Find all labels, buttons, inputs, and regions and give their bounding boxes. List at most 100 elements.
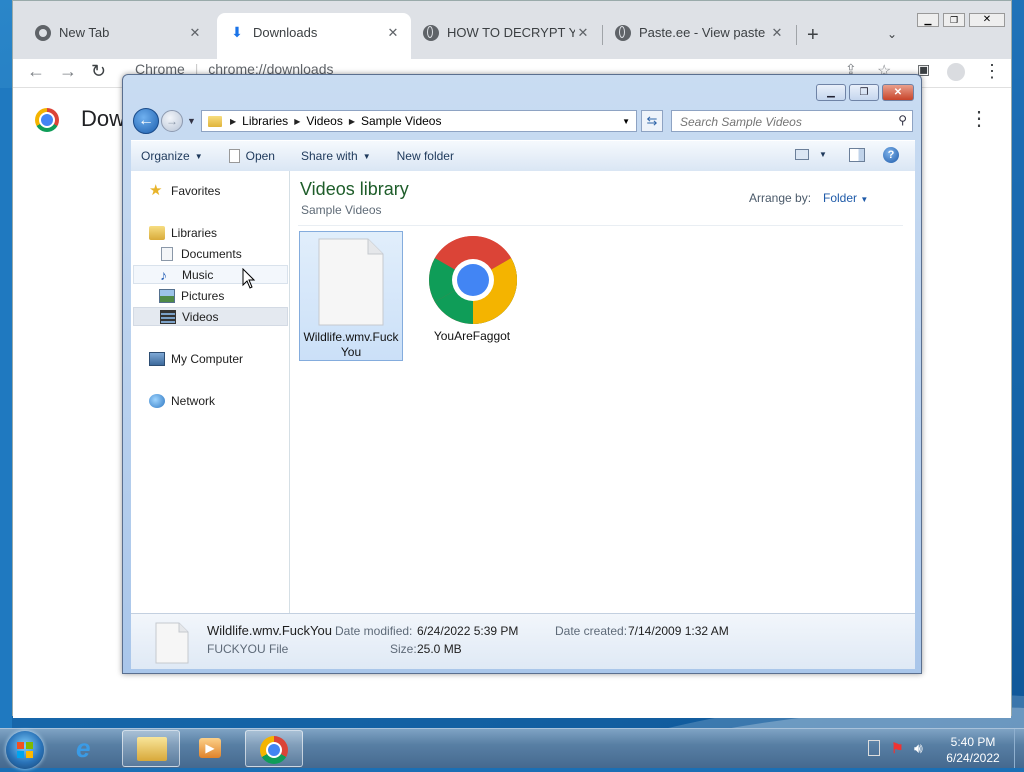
chevron-down-icon: ▼ bbox=[194, 151, 203, 161]
arrange-by-label: Arrange by: bbox=[749, 191, 812, 205]
download-icon: ⬇ bbox=[231, 24, 243, 40]
nav-network[interactable]: Network bbox=[149, 391, 215, 410]
nav-label: Libraries bbox=[171, 225, 218, 240]
action-center-flag-icon[interactable]: ⚑ bbox=[891, 740, 907, 756]
close-tab-icon[interactable]: ✕ bbox=[769, 25, 785, 41]
tab-new-tab[interactable]: New Tab ✕ bbox=[23, 13, 213, 59]
volume-icon[interactable]: 🔊︎ bbox=[914, 740, 930, 756]
breadcrumb-separator-icon: ▶ bbox=[230, 116, 237, 126]
nav-label: Music bbox=[182, 267, 214, 282]
start-button[interactable] bbox=[6, 731, 44, 769]
view-dropdown-icon[interactable]: ▼ bbox=[819, 150, 827, 159]
tab-decrypt[interactable]: HOW TO DECRYPT YOUR ✕ bbox=[411, 13, 601, 59]
taskbar-chrome[interactable] bbox=[245, 730, 303, 767]
new-tab-button[interactable]: + bbox=[807, 25, 819, 45]
profile-avatar-icon[interactable] bbox=[947, 63, 965, 81]
documents-icon bbox=[161, 246, 173, 261]
taskbar-windows-explorer[interactable] bbox=[122, 730, 180, 767]
new-folder-button[interactable]: New folder bbox=[397, 149, 454, 163]
explorer-close-button[interactable]: ✕ bbox=[882, 84, 914, 101]
network-tray-icon[interactable] bbox=[868, 740, 880, 756]
search-icon[interactable]: ⚲ bbox=[898, 113, 907, 127]
back-button[interactable]: ← bbox=[133, 108, 159, 134]
system-clock[interactable]: 5:40 PM 6/24/2022 bbox=[938, 734, 1008, 766]
menu-kebab-icon[interactable]: ⋮ bbox=[983, 61, 1001, 82]
blank-file-icon bbox=[228, 149, 240, 163]
address-dropdown-icon[interactable]: ▼ bbox=[622, 117, 630, 126]
breadcrumb-sample-videos[interactable]: Sample Videos bbox=[361, 114, 442, 128]
breadcrumb[interactable]: ▶ Libraries ▶ Videos ▶ Sample Videos ▼ bbox=[201, 110, 637, 132]
open-label: Open bbox=[245, 149, 275, 163]
file-item-wildlife[interactable]: Wildlife.wmv.FuckYou bbox=[299, 231, 403, 361]
size-label: Size: bbox=[390, 642, 417, 656]
chevron-down-icon: ▼ bbox=[860, 195, 869, 204]
taskbar-media-player[interactable]: ▶ bbox=[182, 730, 240, 767]
share-with-button[interactable]: Share with ▼ bbox=[301, 149, 371, 163]
tab-title: Downloads bbox=[253, 25, 318, 40]
tab-downloads[interactable]: ⬇ Downloads ✕ bbox=[217, 13, 411, 59]
open-button[interactable]: Open bbox=[228, 149, 275, 163]
breadcrumb-separator-icon: ▶ bbox=[294, 116, 301, 126]
taskbar: e ▶ ⚑ 🔊︎ 5:40 PM 6/24/2022 bbox=[0, 728, 1024, 769]
minimize-button[interactable]: ▁ bbox=[917, 13, 939, 27]
nav-favorites[interactable]: ★ Favorites bbox=[149, 181, 220, 200]
nav-my-computer[interactable]: My Computer bbox=[149, 349, 243, 368]
nav-pictures[interactable]: Pictures bbox=[159, 286, 224, 305]
maximize-button[interactable]: ❐ bbox=[943, 13, 965, 27]
file-view: Videos library Sample Videos Arrange by:… bbox=[290, 171, 915, 613]
show-desktop-button[interactable] bbox=[1014, 729, 1024, 768]
navigation-pane: ★ Favorites Libraries Documents ♪ Music … bbox=[131, 171, 290, 613]
explorer-address-row: ← → ▼ ▶ Libraries ▶ Videos ▶ Sample Vide… bbox=[131, 107, 915, 135]
chrome-icon bbox=[260, 736, 288, 764]
forward-arrow-icon[interactable]: → bbox=[59, 61, 77, 82]
tab-title: HOW TO DECRYPT YOUR bbox=[447, 25, 575, 40]
nav-libraries[interactable]: Libraries bbox=[149, 223, 217, 242]
recent-pages-dropdown[interactable]: ▼ bbox=[187, 116, 196, 126]
clock-date: 6/24/2022 bbox=[946, 751, 1000, 765]
search-input[interactable] bbox=[678, 112, 892, 132]
back-arrow-icon[interactable]: ← bbox=[27, 61, 45, 82]
library-title: Videos library bbox=[300, 179, 409, 199]
chrome-logo-icon bbox=[35, 108, 59, 132]
forward-button[interactable]: → bbox=[161, 110, 183, 132]
change-view-icon[interactable] bbox=[795, 149, 809, 160]
tab-title: New Tab bbox=[59, 25, 110, 40]
file-name: YouAreFaggot bbox=[433, 329, 511, 343]
chrome-icon bbox=[429, 236, 517, 324]
new-folder-label: New folder bbox=[396, 149, 454, 163]
help-icon[interactable]: ? bbox=[883, 147, 899, 163]
file-item-youarefaggot[interactable]: YouAreFaggot bbox=[420, 231, 524, 361]
nav-videos[interactable]: Videos bbox=[133, 307, 288, 326]
blank-file-icon bbox=[318, 238, 384, 326]
breadcrumb-separator-icon: ▶ bbox=[348, 116, 355, 126]
arrange-by-dropdown[interactable]: Folder ▼ bbox=[823, 191, 868, 205]
breadcrumb-videos[interactable]: Videos bbox=[306, 114, 342, 128]
explorer-maximize-button[interactable]: ❐ bbox=[849, 84, 879, 101]
tab-pasteee[interactable]: Paste.ee - View paste W ✕ bbox=[603, 13, 795, 59]
organize-button[interactable]: Organize ▼ bbox=[141, 149, 203, 163]
folder-icon bbox=[208, 115, 222, 127]
page-menu-kebab-icon[interactable]: ⋮ bbox=[969, 106, 989, 131]
nav-label: My Computer bbox=[171, 351, 244, 366]
reload-icon[interactable]: ↻ bbox=[91, 61, 106, 82]
search-box[interactable]: ⚲ bbox=[671, 110, 913, 132]
file-name: Wildlife.wmv.FuckYou bbox=[303, 330, 399, 359]
internet-explorer-icon: e bbox=[76, 733, 91, 763]
refresh-icon[interactable]: ⇆ bbox=[641, 110, 663, 132]
breadcrumb-libraries[interactable]: Libraries bbox=[242, 114, 288, 128]
close-tab-icon[interactable]: ✕ bbox=[385, 25, 401, 41]
chrome-icon bbox=[35, 25, 51, 41]
clock-time: 5:40 PM bbox=[950, 735, 996, 749]
tab-search-chevron-icon[interactable]: ⌄ bbox=[887, 27, 897, 41]
nav-documents[interactable]: Documents bbox=[159, 244, 242, 263]
library-subtitle: Sample Videos bbox=[301, 203, 382, 217]
explorer-minimize-button[interactable]: ▁ bbox=[816, 84, 846, 101]
close-tab-icon[interactable]: ✕ bbox=[187, 25, 203, 41]
preview-pane-icon[interactable] bbox=[849, 148, 865, 162]
nav-label: Network bbox=[171, 393, 216, 408]
taskbar-internet-explorer[interactable]: e bbox=[62, 730, 120, 767]
blank-file-icon bbox=[155, 622, 189, 664]
close-window-button[interactable]: ✕ bbox=[969, 13, 1005, 27]
close-tab-icon[interactable]: ✕ bbox=[575, 25, 591, 41]
nav-music[interactable]: ♪ Music bbox=[133, 265, 288, 284]
